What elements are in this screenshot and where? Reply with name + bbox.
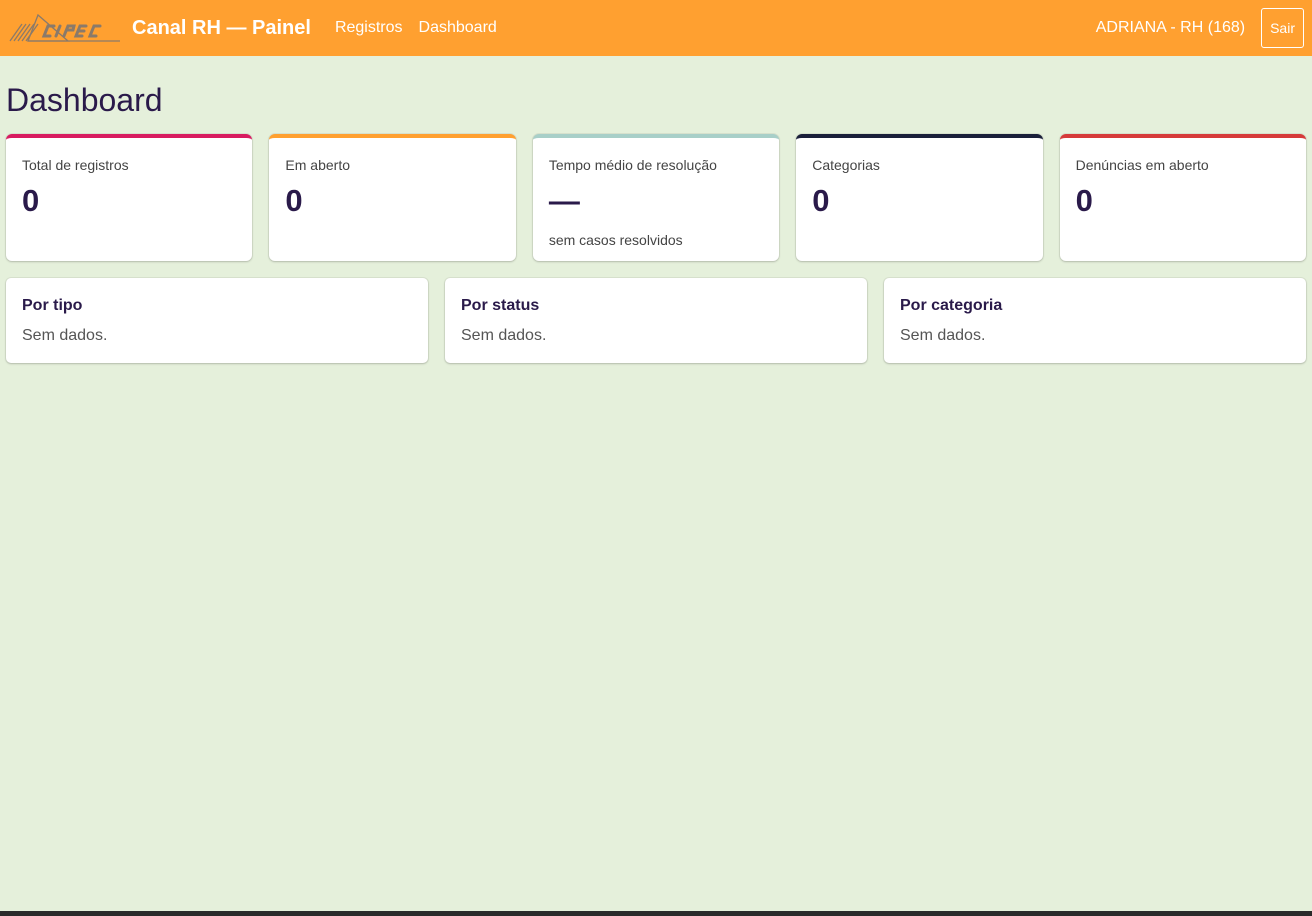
top-navbar: Canal RH — Painel Registros Dashboard AD… — [0, 0, 1312, 56]
logout-button[interactable]: Sair — [1261, 8, 1304, 48]
nav-link-dashboard[interactable]: Dashboard — [419, 19, 497, 37]
bottom-bar — [0, 911, 1312, 916]
stat-label: Total de registros — [22, 157, 129, 173]
stat-subtext: sem casos resolvidos — [548, 232, 683, 248]
stat-card-em-aberto: Em aberto 0 — [269, 134, 516, 261]
stat-card-total-registros: Total de registros 0 — [6, 134, 253, 261]
main-nav: Registros Dashboard — [335, 19, 497, 37]
page-title: Dashboard — [6, 82, 163, 118]
panel-title: Por categoria — [900, 297, 1003, 314]
main-content: Dashboard Total de registros 0 Em aberto… — [0, 82, 1312, 363]
nav-user-area: ADRIANA - RH (168) Sair — [1096, 8, 1304, 48]
stat-value: — — [548, 183, 580, 218]
panel-por-status: Por status Sem dados. — [445, 278, 867, 363]
stat-label: Categorias — [812, 157, 880, 173]
brand-title[interactable]: Canal RH — Painel — [132, 17, 311, 40]
stat-label: Tempo médio de resolução — [548, 157, 717, 173]
nav-link-registros[interactable]: Registros — [335, 19, 403, 37]
stat-card-tempo-medio: Tempo médio de resolução — sem casos res… — [532, 134, 780, 261]
panel-empty-message: Sem dados. — [900, 327, 986, 344]
stats-row: Total de registros 0 Em aberto 0 Tempo m… — [6, 134, 1307, 261]
stat-value: 0 — [22, 183, 40, 218]
cipec-logo-icon[interactable] — [8, 12, 122, 44]
panels-row: Por tipo Sem dados. Por status Sem dados… — [6, 278, 1306, 363]
panel-por-tipo: Por tipo Sem dados. — [6, 278, 428, 363]
stat-value: 0 — [812, 183, 830, 218]
panel-title: Por status — [461, 297, 540, 314]
panel-title: Por tipo — [22, 297, 83, 314]
stat-card-denuncias-em-aberto: Denúncias em aberto 0 — [1059, 134, 1307, 261]
stat-value: 0 — [285, 183, 303, 218]
user-label: ADRIANA - RH (168) — [1095, 19, 1246, 36]
stat-label: Denúncias em aberto — [1075, 157, 1209, 173]
panel-por-categoria: Por categoria Sem dados. — [884, 278, 1306, 363]
panel-empty-message: Sem dados. — [461, 327, 547, 344]
panel-empty-message: Sem dados. — [22, 327, 108, 344]
stat-card-categorias: Categorias 0 — [796, 134, 1043, 261]
stat-label: Em aberto — [285, 157, 350, 173]
stat-value: 0 — [1075, 183, 1093, 218]
